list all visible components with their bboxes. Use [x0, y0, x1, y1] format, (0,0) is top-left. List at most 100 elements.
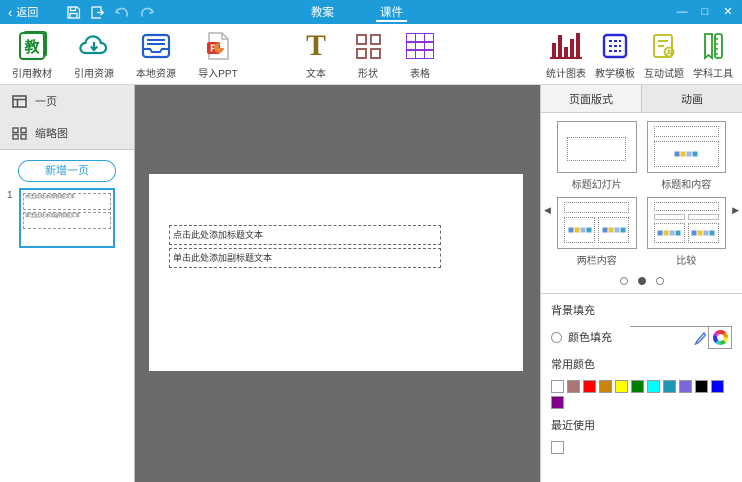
properties-panel: 页面版式 动画 ◀ ▶ 标题幻灯片 标题和内容 [540, 85, 742, 482]
color-swatch[interactable] [599, 380, 612, 393]
color-picker-button[interactable] [708, 326, 732, 349]
pagination-dot[interactable] [638, 277, 646, 285]
color-swatch[interactable] [583, 380, 596, 393]
color-fill-radio[interactable] [551, 332, 562, 343]
common-colors-section: 常用颜色 [541, 348, 742, 409]
import-ppt-button[interactable]: P 导入PPT [194, 30, 242, 80]
cloud-download-icon [77, 30, 111, 62]
minimize-button[interactable]: — [674, 7, 690, 18]
quiz-doc-icon [650, 30, 678, 62]
slide-thumbnail[interactable]: 点击此处添加标题文本 单击此处添加副标题文本 [19, 188, 115, 248]
tab-animation[interactable]: 动画 [641, 85, 742, 112]
view-single-page[interactable]: 一页 [0, 85, 134, 117]
toolbar-group-import: 教 引用教材 引用资源 本地资源 P 导入PPT [8, 30, 242, 80]
color-swatch[interactable] [551, 396, 564, 409]
insert-text-button[interactable]: T 文本 [296, 30, 336, 80]
text-icon: T [306, 30, 326, 62]
subtitle-placeholder[interactable]: 单击此处添加副标题文本 [169, 248, 441, 268]
color-swatch[interactable] [647, 380, 660, 393]
slide-number: 1 [7, 190, 13, 201]
redo-icon[interactable] [139, 5, 155, 19]
subject-tools-button[interactable]: 学科工具 [690, 30, 736, 80]
carousel-pagination [557, 277, 726, 285]
tab-page-layout[interactable]: 页面版式 [541, 85, 641, 112]
thumb-title-placeholder: 点击此处添加标题文本 [23, 193, 111, 210]
panel-tabs: 页面版式 动画 [541, 85, 742, 113]
maximize-button[interactable]: □ [697, 7, 713, 18]
recent-colors-swatches [551, 441, 732, 454]
thumbnails-grid-icon [12, 127, 27, 140]
recent-colors-title: 最近使用 [551, 417, 732, 433]
slide-page[interactable]: 点击此处添加标题文本 单击此处添加副标题文本 [149, 174, 523, 371]
color-swatch[interactable] [695, 380, 708, 393]
eyedropper-icon[interactable] [692, 327, 708, 348]
cite-textbook-button[interactable]: 教 引用教材 [8, 30, 56, 80]
template-title-slide[interactable]: 标题幻灯片 [557, 121, 637, 191]
template-icon [601, 30, 629, 62]
color-wheel-icon [713, 330, 728, 345]
view-switcher: 一页 缩略图 [0, 85, 134, 150]
view-thumbnails[interactable]: 缩略图 [0, 117, 134, 149]
bar-chart-icon [550, 30, 582, 62]
table-icon [407, 30, 434, 62]
common-colors-title: 常用颜色 [551, 356, 732, 372]
common-colors-swatches [551, 380, 732, 409]
insert-shape-button[interactable]: 形状 [348, 30, 388, 80]
ppt-file-icon: P [205, 30, 231, 62]
close-button[interactable]: ✕ [720, 7, 736, 18]
template-preview [647, 121, 727, 173]
shapes-icon [356, 30, 381, 62]
pagination-dot[interactable] [620, 277, 628, 285]
toolbar-group-insert: T 文本 形状 表格 [296, 30, 440, 80]
template-two-column[interactable]: 两栏内容 [557, 197, 637, 267]
add-page-button[interactable]: 新增一页 [18, 160, 116, 182]
single-page-layout-icon [12, 95, 27, 108]
color-swatch[interactable] [631, 380, 644, 393]
fill-color-input[interactable] [630, 326, 732, 348]
template-preview [557, 197, 637, 249]
color-fill-label: 颜色填充 [568, 329, 612, 345]
template-preview [647, 197, 727, 249]
template-carousel: ◀ ▶ 标题幻灯片 标题和内容 [541, 113, 742, 285]
color-swatch[interactable] [711, 380, 724, 393]
tab-lesson-plan[interactable]: 教案 [305, 0, 340, 24]
interactive-quiz-button[interactable]: 互动试题 [641, 30, 687, 80]
tab-courseware[interactable]: 课件 [374, 0, 409, 24]
back-chevron-icon: ‹ [8, 6, 12, 19]
textbook-icon: 教 [19, 30, 45, 62]
cite-resource-button[interactable]: 引用资源 [70, 30, 118, 80]
export-icon[interactable] [90, 5, 105, 20]
color-swatch[interactable] [551, 380, 564, 393]
insert-table-button[interactable]: 表格 [400, 30, 440, 80]
color-swatch[interactable] [615, 380, 628, 393]
view-label: 缩略图 [35, 125, 68, 141]
template-title-and-content[interactable]: 标题和内容 [647, 121, 727, 191]
color-swatch[interactable] [663, 380, 676, 393]
back-label: 返回 [16, 4, 38, 20]
undo-icon[interactable] [114, 5, 130, 19]
editor-canvas[interactable]: 点击此处添加标题文本 单击此处添加副标题文本 [135, 85, 540, 482]
charts-button[interactable]: 统计图表 [543, 30, 589, 80]
back-button[interactable]: ‹ 返回 [0, 4, 48, 20]
view-label: 一页 [35, 93, 57, 109]
window-controls: — □ ✕ [674, 0, 736, 24]
local-resource-button[interactable]: 本地资源 [132, 30, 180, 80]
toolbar-group-tools: 统计图表 教学模板 互动试题 学科工具 [543, 30, 736, 80]
teaching-template-button[interactable]: 教学模板 [592, 30, 638, 80]
scroll-right-icon[interactable]: ▶ [732, 205, 739, 216]
mode-tabs: 教案 课件 [305, 0, 409, 24]
color-swatch[interactable] [567, 380, 580, 393]
pagination-dot[interactable] [656, 277, 664, 285]
background-fill-section: 背景填充 颜色填充 [541, 294, 742, 348]
recent-colors-section: 最近使用 [541, 409, 742, 454]
fill-color-preview[interactable] [630, 327, 692, 348]
scroll-left-icon[interactable]: ◀ [544, 205, 551, 216]
title-placeholder[interactable]: 点击此处添加标题文本 [169, 225, 441, 245]
template-comparison[interactable]: 比较 [647, 197, 727, 267]
titlebar: ‹ 返回 教案 课件 — □ ✕ [0, 0, 742, 24]
color-swatch[interactable] [551, 441, 564, 454]
slides-sidebar: 一页 缩略图 新增一页 1 点击此处添加标题文本 单击此处添加副标题文本 [0, 85, 135, 482]
toolbar: 教 引用教材 引用资源 本地资源 P 导入PPT T 文本 [0, 24, 742, 85]
color-swatch[interactable] [679, 380, 692, 393]
save-icon[interactable] [66, 5, 81, 20]
